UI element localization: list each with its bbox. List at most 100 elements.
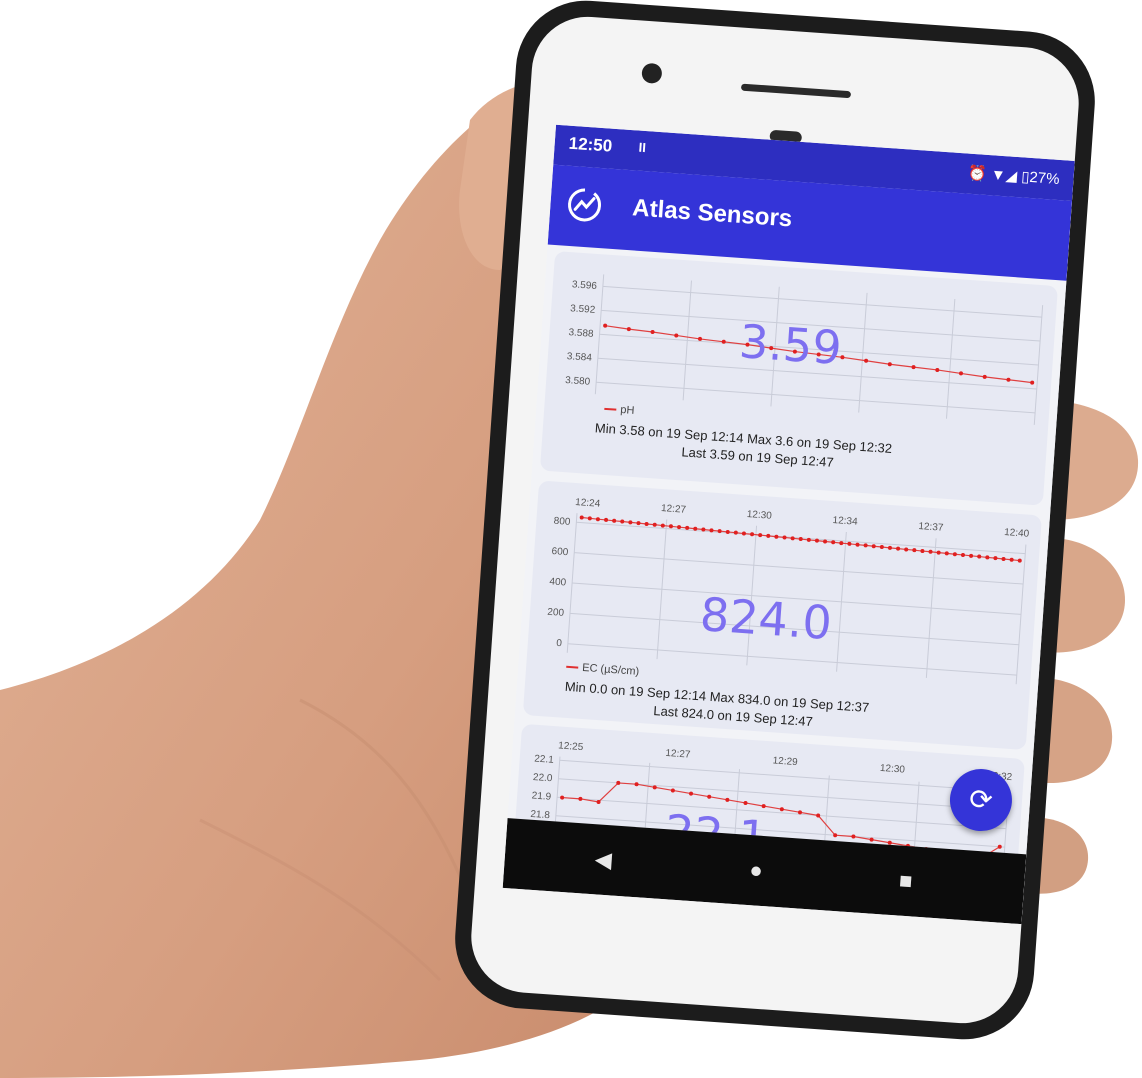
- data-point: [1009, 557, 1014, 562]
- x-tick-label: 12:27: [661, 503, 687, 516]
- data-point: [1006, 377, 1011, 382]
- data-point: [977, 554, 982, 559]
- phone-body: 12:50 II ⏰ ▼◢ ▯27% Atlas Sensors 3.596 3.…: [467, 13, 1083, 1027]
- back-button[interactable]: ◀: [594, 846, 613, 873]
- ec-card: 12:24 12:27 12:30 12:34 12:37 12:40 800 600 400…: [522, 480, 1042, 751]
- y-tick-label: 3.588: [568, 327, 594, 340]
- data-point: [620, 519, 625, 524]
- data-point: [863, 543, 868, 548]
- data-point: [603, 323, 608, 328]
- data-point: [985, 555, 990, 560]
- data-point: [677, 525, 682, 530]
- data-point: [626, 327, 631, 332]
- x-tick-label: 12:30: [880, 763, 906, 776]
- data-point: [851, 834, 856, 839]
- data-point: [674, 333, 679, 338]
- y-tick-label: 21.9: [531, 790, 552, 802]
- y-tick-label: 600: [551, 546, 569, 558]
- data-point: [912, 548, 917, 553]
- data-point: [652, 522, 657, 527]
- grid-line: [602, 285, 1042, 318]
- y-tick-label: 3.584: [566, 351, 592, 364]
- grid-line: [596, 381, 1036, 414]
- data-point: [612, 518, 617, 523]
- data-point: [660, 523, 665, 528]
- data-point: [628, 520, 633, 525]
- y-tick-label: 22.0: [533, 772, 554, 784]
- data-point: [847, 541, 852, 546]
- data-point: [855, 542, 860, 547]
- data-point: [560, 795, 565, 800]
- x-tick-label: 12:30: [746, 509, 772, 522]
- status-time: 12:50: [568, 133, 613, 156]
- home-button[interactable]: ●: [749, 857, 764, 884]
- data-point: [1030, 380, 1035, 385]
- x-tick-label: 12:34: [832, 515, 858, 528]
- y-tick-label: 0: [556, 638, 563, 649]
- y-tick-label: 3.596: [571, 279, 597, 292]
- data-point: [579, 515, 584, 520]
- data-point: [839, 541, 844, 546]
- data-point: [743, 800, 748, 805]
- data-point: [595, 517, 600, 522]
- data-point: [725, 797, 730, 802]
- data-point: [993, 556, 998, 561]
- data-point: [689, 791, 694, 796]
- grid-line: [574, 552, 1024, 585]
- data-point: [634, 782, 639, 787]
- y-tick-label: 200: [547, 607, 565, 619]
- y-tick-label: 800: [553, 516, 571, 528]
- recents-button[interactable]: ■: [898, 868, 913, 895]
- data-point: [644, 521, 649, 526]
- data-point: [636, 521, 641, 526]
- y-tick-label: 3.580: [565, 375, 591, 388]
- ph-current-value: 3.59: [737, 314, 844, 376]
- data-point: [944, 551, 949, 556]
- data-point: [1001, 557, 1006, 562]
- data-point: [741, 531, 746, 536]
- x-tick-label: 12:40: [1004, 527, 1030, 540]
- x-tick-label: 12:37: [918, 521, 944, 534]
- data-point: [587, 516, 592, 521]
- atlas-logo-icon: [568, 188, 602, 222]
- y-tick-label: 22.1: [534, 754, 555, 766]
- ph-card: 3.596 3.592 3.588 3.584 3.580 3.59 pH Min 3.…: [539, 251, 1059, 506]
- data-point: [578, 796, 583, 801]
- y-tick-label: 400: [549, 576, 567, 588]
- data-point: [864, 358, 869, 363]
- data-point: [969, 553, 974, 558]
- data-point: [935, 367, 940, 372]
- ec-current-value: 824.0: [698, 587, 834, 651]
- grid-line: [911, 781, 920, 855]
- data-point: [1017, 558, 1022, 563]
- data-point: [887, 545, 892, 550]
- data-point: [766, 533, 771, 538]
- phone-screen: 12:50 II ⏰ ▼◢ ▯27% Atlas Sensors 3.596 3.…: [502, 124, 1075, 925]
- data-point: [761, 804, 766, 809]
- sensor-list[interactable]: 3.596 3.592 3.588 3.584 3.580 3.59 pH Min 3.…: [508, 244, 1067, 855]
- data-point: [707, 794, 712, 799]
- data-point: [982, 374, 987, 379]
- data-point: [879, 544, 884, 549]
- data-point: [670, 788, 675, 793]
- data-point: [779, 807, 784, 812]
- app-title: Atlas Sensors: [631, 194, 794, 233]
- grid-line: [557, 796, 1007, 830]
- pause-icon: II: [638, 139, 647, 156]
- data-point: [928, 549, 933, 554]
- data-point: [733, 530, 738, 535]
- x-tick-label: 12:25: [558, 740, 584, 753]
- phone: 12:50 II ⏰ ▼◢ ▯27% Atlas Sensors 3.596 3.…: [450, 0, 1100, 1044]
- status-indicators: ⏰ ▼◢ ▯27%: [967, 164, 1061, 188]
- data-point: [685, 525, 690, 530]
- data-point: [668, 524, 673, 529]
- x-tick-label: 12:24: [575, 497, 601, 510]
- data-point: [896, 546, 901, 551]
- data-point: [887, 362, 892, 367]
- earpiece-speaker: [740, 83, 852, 99]
- data-point: [604, 517, 609, 522]
- data-point: [911, 365, 916, 370]
- ph-legend: pH: [604, 403, 635, 417]
- data-point: [774, 534, 779, 539]
- data-point: [920, 549, 925, 554]
